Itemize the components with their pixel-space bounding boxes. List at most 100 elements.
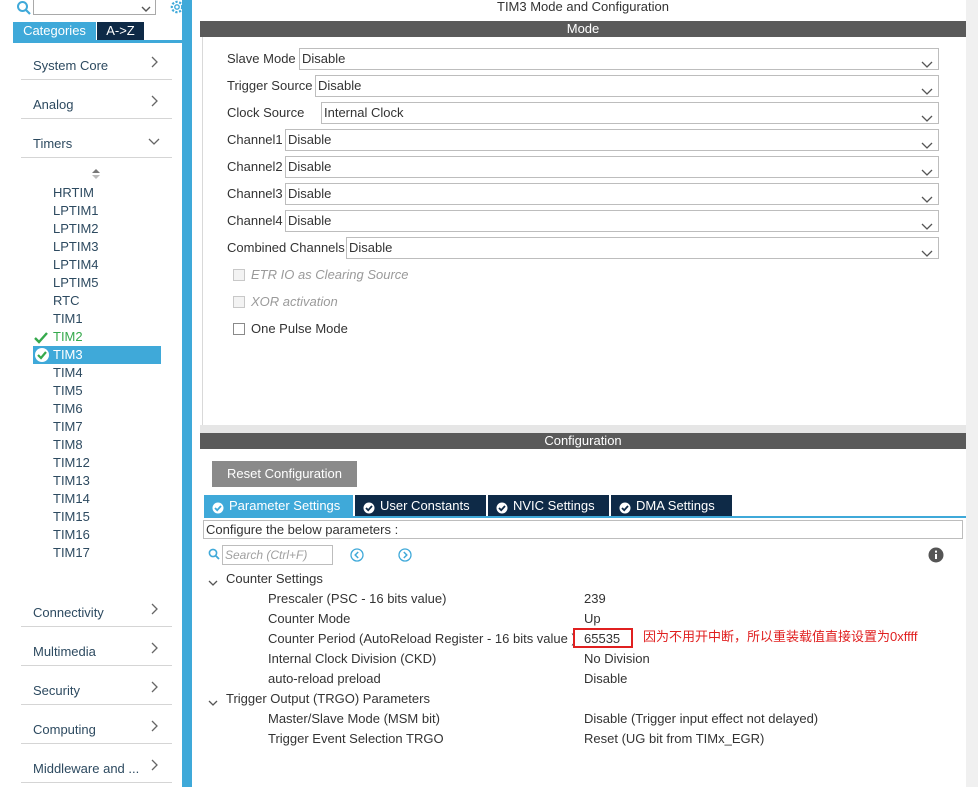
group-label: Trigger Output (TRGO) Parameters — [226, 691, 430, 706]
timer-item-tim15[interactable]: TIM15 — [53, 508, 90, 526]
timer-item-tim3-selected[interactable]: TIM3 — [33, 346, 161, 364]
sidebar-search-row — [0, 0, 192, 20]
field-label: Clock Source — [227, 105, 305, 120]
clock-source-select[interactable]: Internal Clock — [321, 102, 939, 124]
timer-item-lptim2[interactable]: LPTIM2 — [53, 220, 99, 238]
timer-item-lptim5[interactable]: LPTIM5 — [53, 274, 99, 292]
category-multimedia[interactable]: Multimedia — [21, 630, 172, 666]
checkbox-label: ETR IO as Clearing Source — [251, 267, 409, 282]
timer-item-tim17[interactable]: TIM17 — [53, 544, 90, 562]
category-computing[interactable]: Computing — [21, 708, 172, 744]
timer-item-tim2[interactable]: TIM2 — [53, 328, 83, 346]
param-auto-reload-value[interactable]: Disable — [584, 669, 627, 689]
timer-item-lptim4[interactable]: LPTIM4 — [53, 256, 99, 274]
search-icon[interactable] — [16, 0, 32, 16]
category-analog[interactable]: Analog — [21, 83, 172, 119]
timer-item-rtc[interactable]: RTC — [53, 292, 79, 310]
chevron-down-icon[interactable] — [141, 1, 151, 16]
timer-item-tim16[interactable]: TIM16 — [53, 526, 90, 544]
checkbox-label[interactable]: One Pulse Mode — [251, 320, 348, 338]
param-clock-division-name: Internal Clock Division (CKD) — [268, 651, 437, 666]
sidebar-search-input[interactable] — [33, 0, 156, 15]
tab-nvic-settings[interactable]: NVIC Settings — [488, 495, 609, 516]
info-icon[interactable] — [928, 547, 944, 566]
channel2-select[interactable]: Disable — [285, 156, 939, 178]
select-value: Disable — [288, 186, 332, 201]
reset-configuration-button[interactable]: Reset Configuration — [212, 461, 357, 487]
channel4-select[interactable]: Disable — [285, 210, 939, 232]
param-trgo-value[interactable]: Reset (UG bit from TIMx_EGR) — [584, 729, 764, 749]
timer-item-tim8[interactable]: TIM8 — [53, 436, 83, 454]
timer-item-tim13[interactable]: TIM13 — [53, 472, 90, 490]
param-trgo-name: Trigger Event Selection TRGO — [268, 731, 444, 746]
chevron-right-icon — [150, 759, 158, 774]
select-value: Internal Clock — [324, 105, 404, 120]
param-counter-mode-name: Counter Mode — [268, 611, 351, 626]
next-result-icon[interactable] — [398, 548, 412, 565]
category-middleware[interactable]: Middleware and ... — [21, 747, 172, 783]
timer-item-tim4[interactable]: TIM4 — [53, 364, 83, 382]
checkbox-label: XOR activation — [251, 294, 338, 309]
timer-item-tim6[interactable]: TIM6 — [53, 400, 83, 418]
timer-item-tim7[interactable]: TIM7 — [53, 418, 83, 436]
field-label: Channel4 — [227, 213, 283, 228]
category-timers[interactable]: Timers — [21, 122, 172, 158]
timer-item-lptim1[interactable]: LPTIM1 — [53, 202, 99, 220]
annotation-note: 因为不用开中断，所以重装载值直接设置为0xffff — [643, 629, 918, 644]
timer-item-tim14[interactable]: TIM14 — [53, 490, 90, 508]
field-label: Channel1 — [227, 132, 283, 147]
category-security[interactable]: Security — [21, 669, 172, 705]
chevron-right-icon — [150, 95, 158, 110]
param-auto-reload-name: auto-reload preload — [268, 671, 381, 686]
tab-parameter-settings[interactable]: Parameter Settings — [204, 495, 353, 516]
category-label: Connectivity — [33, 605, 104, 620]
right-scrollbar[interactable] — [966, 0, 978, 787]
one-pulse-mode-checkbox[interactable] — [233, 323, 245, 335]
slave-mode-select[interactable]: Disable — [299, 48, 939, 70]
tab-a-to-z[interactable]: A->Z — [97, 22, 144, 40]
tab-categories[interactable]: Categories — [13, 22, 96, 40]
tab-dma-settings[interactable]: DMA Settings — [611, 495, 732, 516]
chevron-right-icon — [150, 720, 158, 735]
timer-item-tim1[interactable]: TIM1 — [53, 310, 83, 328]
trigger-source-select[interactable]: Disable — [315, 75, 939, 97]
combined-channels-select[interactable]: Disable — [346, 237, 939, 259]
sort-icon[interactable] — [91, 168, 101, 183]
field-channel4: Channel4 Disable — [227, 210, 939, 232]
chevron-down-icon — [921, 217, 933, 237]
chevron-down-icon — [208, 575, 218, 590]
param-msm-name: Master/Slave Mode (MSM bit) — [268, 711, 440, 726]
timer-item-tim5[interactable]: TIM5 — [53, 382, 83, 400]
field-channel1: Channel1 Disable — [227, 129, 939, 151]
category-connectivity[interactable]: Connectivity — [21, 591, 172, 627]
category-label: Analog — [33, 97, 74, 112]
configuration-section-header: Configuration — [200, 433, 966, 449]
tab-label: Parameter Settings — [229, 498, 341, 513]
timer-item-tim12[interactable]: TIM12 — [53, 454, 90, 472]
param-counter-mode-value[interactable]: Up — [584, 609, 601, 629]
category-label: Timers — [33, 136, 73, 151]
param-msm-value[interactable]: Disable (Trigger input effect not delaye… — [584, 709, 818, 729]
parameter-search-input[interactable]: Search (Ctrl+F) — [222, 545, 333, 565]
timer-item-hrtim[interactable]: HRTIM — [53, 184, 94, 202]
tabs-underline — [204, 516, 966, 518]
chevron-right-icon — [150, 603, 158, 618]
category-system-core[interactable]: System Core — [21, 44, 172, 80]
chevron-down-icon — [921, 55, 933, 75]
field-combined-channels: Combined Channels Disable — [227, 237, 939, 259]
chevron-down-icon — [208, 695, 218, 710]
timer-item-lptim3[interactable]: LPTIM3 — [53, 238, 99, 256]
category-label: System Core — [33, 58, 109, 73]
tab-user-constants[interactable]: User Constants — [355, 495, 486, 516]
channel1-select[interactable]: Disable — [285, 129, 939, 151]
panel-splitter[interactable] — [200, 425, 966, 433]
param-clock-division-value[interactable]: No Division — [584, 649, 650, 669]
param-counter-period-name: Counter Period (AutoReload Register - 16… — [268, 631, 576, 646]
channel3-select[interactable]: Disable — [285, 183, 939, 205]
configure-note: Configure the below parameters : — [203, 520, 963, 539]
search-icon[interactable] — [208, 548, 220, 563]
sidebar-scrollbar[interactable] — [182, 0, 192, 787]
previous-result-icon[interactable] — [350, 548, 364, 565]
param-prescaler-value[interactable]: 239 — [584, 589, 606, 609]
highlight-box — [573, 628, 633, 648]
